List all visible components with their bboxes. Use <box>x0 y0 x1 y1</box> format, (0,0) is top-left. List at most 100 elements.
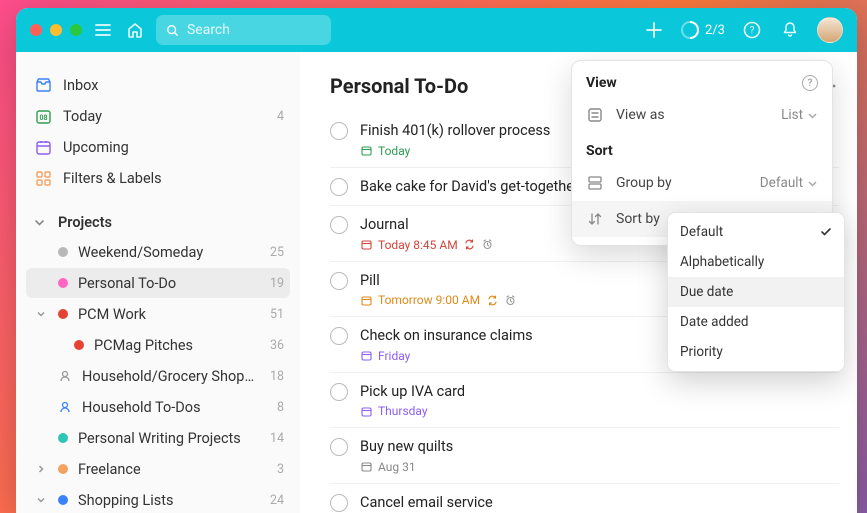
repeat-icon <box>486 294 498 306</box>
sidebar-project-item[interactable]: PCMag Pitches36 <box>26 330 290 360</box>
sidebar-project-item[interactable]: Freelance 3 <box>26 454 290 484</box>
sidebar: Inbox 08 Today 4 Upcoming Filters & Labe… <box>16 52 300 513</box>
task-due-label: Aug 31 <box>378 460 416 474</box>
submenu-item[interactable]: Alphabetically <box>668 247 844 277</box>
alarm-icon <box>504 294 516 306</box>
submenu-item[interactable]: Date added <box>668 307 844 337</box>
avatar[interactable] <box>817 17 843 43</box>
projects-section-header[interactable]: Projects <box>26 207 290 237</box>
task-checkbox[interactable] <box>330 122 348 140</box>
sidebar-item-count: 4 <box>277 109 284 124</box>
sidebar-item-upcoming[interactable]: Upcoming <box>26 132 290 162</box>
submenu-item[interactable]: Due date <box>668 277 844 307</box>
project-count: 3 <box>277 462 284 477</box>
progress-ring-icon <box>681 21 699 39</box>
sort-icon <box>586 210 604 228</box>
task-body: Buy new quiltsAug 31 <box>360 437 839 474</box>
group-by-label: Group by <box>616 175 748 191</box>
submenu-item[interactable]: Priority <box>668 337 844 367</box>
task-checkbox[interactable] <box>330 327 348 345</box>
filters-icon <box>34 169 52 187</box>
project-label: Weekend/Someday <box>78 244 260 261</box>
sidebar-project-item[interactable]: Household To-Dos 8 <box>26 392 290 422</box>
task-checkbox[interactable] <box>330 272 348 290</box>
main-content: Personal To-Do Finish 401(k) rollover pr… <box>300 52 857 513</box>
task-checkbox[interactable] <box>330 178 348 196</box>
project-label: Household To-Dos <box>82 399 267 416</box>
sidebar-project-item[interactable]: Personal To-Do19 <box>26 268 290 298</box>
sidebar-item-inbox[interactable]: Inbox <box>26 70 290 100</box>
project-label: Freelance <box>78 461 267 478</box>
project-count: 51 <box>270 307 284 322</box>
task-due-label: Friday <box>378 349 410 363</box>
minimize-window-button[interactable] <box>50 24 62 36</box>
task-meta: Aug 31 <box>360 460 839 474</box>
close-window-button[interactable] <box>30 24 42 36</box>
sidebar-project-item[interactable]: Shopping Lists24 <box>26 485 290 513</box>
submenu-item-label: Priority <box>680 344 723 360</box>
task-body: Cancel email serviceAug 1 <box>360 493 839 513</box>
sidebar-item-label: Upcoming <box>63 139 273 156</box>
project-count: 18 <box>270 369 284 384</box>
task-row[interactable]: Pick up IVA cardThursday <box>330 373 839 429</box>
project-count: 14 <box>270 431 284 446</box>
search-input[interactable] <box>187 22 321 38</box>
calendar-icon <box>360 461 372 473</box>
task-checkbox[interactable] <box>330 216 348 234</box>
submenu-item-label: Due date <box>680 284 733 300</box>
project-color-dot <box>74 340 84 350</box>
zoom-window-button[interactable] <box>70 24 82 36</box>
project-label: PCMag Pitches <box>94 337 260 354</box>
calendar-icon <box>360 405 372 417</box>
sidebar-item-label: Filters & Labels <box>63 170 273 187</box>
notifications-icon[interactable] <box>779 19 801 41</box>
chevron-icon <box>34 495 48 505</box>
task-row[interactable]: Buy new quiltsAug 31 <box>330 428 839 484</box>
calendar-icon <box>360 239 372 251</box>
check-icon <box>820 226 832 238</box>
titlebar: 2/3 ? <box>16 8 857 52</box>
submenu-item-label: Default <box>680 224 723 240</box>
home-icon[interactable] <box>124 19 146 41</box>
task-checkbox[interactable] <box>330 383 348 401</box>
project-color-dot <box>58 309 68 319</box>
task-due-label: Tomorrow 9:00 AM <box>378 293 480 307</box>
sidebar-project-item[interactable]: Personal Writing Projects 14 <box>26 423 290 453</box>
sidebar-project-item[interactable]: Weekend/Someday25 <box>26 237 290 267</box>
chevron-down-icon <box>34 217 48 228</box>
task-due-label: Thursday <box>378 404 428 418</box>
project-label: Shopping Lists <box>78 492 260 509</box>
sidebar-item-label: Inbox <box>63 77 273 94</box>
calendar-icon <box>360 350 372 362</box>
sidebar-item-label: Today <box>63 108 266 125</box>
add-task-button[interactable] <box>643 19 665 41</box>
task-row[interactable]: Cancel email serviceAug 1 <box>330 484 839 513</box>
upcoming-icon <box>34 138 52 156</box>
sidebar-item-today[interactable]: 08 Today 4 <box>26 101 290 131</box>
sidebar-project-item[interactable]: PCM Work51 <box>26 299 290 329</box>
group-by-row[interactable]: Group by Default <box>572 165 832 201</box>
sidebar-item-filters[interactable]: Filters & Labels <box>26 163 290 193</box>
menu-icon[interactable] <box>92 19 114 41</box>
task-checkbox[interactable] <box>330 438 348 456</box>
project-color-dot <box>58 247 68 257</box>
projects-section-label: Projects <box>58 214 112 231</box>
project-count: 8 <box>277 400 284 415</box>
help-icon[interactable]: ? <box>741 19 763 41</box>
view-as-row[interactable]: View as List <box>572 97 832 133</box>
view-as-value: List <box>781 107 818 123</box>
chevron-icon <box>34 464 48 474</box>
help-icon[interactable]: ? <box>802 75 818 91</box>
submenu-item[interactable]: Default <box>668 217 844 247</box>
search-field[interactable] <box>156 15 331 45</box>
task-checkbox[interactable] <box>330 494 348 512</box>
project-label: Personal Writing Projects <box>78 430 260 447</box>
sort-by-submenu: Default Alphabetically Due date Date added P… <box>667 212 845 372</box>
group-by-value: Default <box>760 175 818 191</box>
group-icon <box>586 174 604 192</box>
sidebar-project-item[interactable]: Household/Grocery Shopping18 <box>26 361 290 391</box>
project-color-dot <box>58 278 68 288</box>
app-window: 2/3 ? Inbox 08 Today 4 <box>16 8 857 513</box>
task-due-label: Today <box>378 144 410 158</box>
productivity-button[interactable]: 2/3 <box>681 21 725 39</box>
